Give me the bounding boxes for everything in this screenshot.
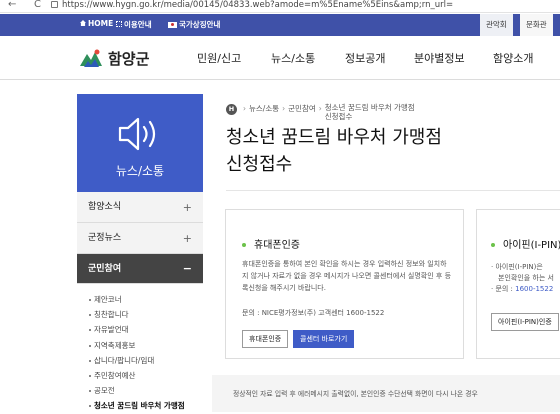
ipin-auth-title: 아이핀(I-PIN) — [491, 236, 560, 251]
breadcrumb-separator: › — [318, 104, 322, 113]
site-header: 함양군 민원/신고 뉴스/소통 정보공개 분야별정보 함양소개 — [0, 36, 560, 80]
notice-area: 정상적인 자료 입력 후 에러메시지 출력없이, 본인인증 수단선택 화면이 다… — [212, 375, 560, 412]
divider — [226, 190, 560, 191]
ipin-auth-panel: 아이핀(I-PIN) · 아이핀(I-PIN)은 본인확인을 하는 서 · 문의… — [476, 209, 560, 359]
submenu-item[interactable]: 자유발언대 — [77, 322, 203, 337]
grid-icon — [116, 21, 122, 27]
nation-symbol-link[interactable]: 국가상징안내 — [168, 19, 220, 30]
plus-icon: + — [182, 201, 192, 214]
breadcrumb-participation[interactable]: 군민참여 — [288, 104, 316, 113]
sidebar-hero-title: 뉴스/소통 — [115, 164, 165, 178]
speaker-icon — [118, 117, 156, 151]
util-right-link-2[interactable]: 문화관 — [520, 14, 553, 36]
sidebar-item-participation[interactable]: 군민참여 − — [77, 254, 203, 284]
ipin-contact-phone: 1600-1522 — [515, 285, 554, 293]
submenu-item[interactable]: 제안코너 — [77, 292, 203, 307]
guide-label: 이용안내 — [124, 20, 152, 29]
browser-toolbar: ← C https://www.hygn.go.kr/media/00145/0… — [0, 0, 560, 13]
breadcrumb-news[interactable]: 뉴스/소통 — [249, 104, 279, 113]
sidebar-menu: 함양소식 + 군정뉴스 + 군민참여 − 제안코너 칭찬합니다 자유발언대 지역… — [77, 192, 203, 414]
site-logo-text[interactable]: 함양군 — [108, 48, 149, 69]
submenu-item[interactable]: 주민참여예산 — [77, 368, 203, 383]
home-icon — [80, 20, 86, 26]
sidebar-hero: 뉴스/소통 — [77, 94, 203, 192]
ipin-auth-title-text: 아이핀(I-PIN) — [503, 240, 560, 251]
plus-icon: + — [182, 232, 192, 245]
sidebar-submenu: 제안코너 칭찬합니다 자유발언대 지역축제홍보 삽니다/팝니다/임대 주민참여예… — [77, 284, 203, 414]
home-icon[interactable]: H — [226, 103, 237, 115]
phone-auth-description: 휴대폰인증을 통하여 본인 확인을 하시는 경우 입력하신 정보와 일치하지 않… — [242, 260, 452, 292]
phone-auth-title: 휴대폰인증 — [242, 236, 300, 251]
page-title-line2: 신청접수 — [226, 154, 293, 175]
bullet-icon — [491, 243, 495, 247]
sidebar-item-label: 함양소식 — [88, 202, 122, 212]
ipin-desc-line: · 아이핀(I-PIN)은 — [491, 263, 543, 271]
sidebar-item-label: 군민참여 — [88, 264, 122, 274]
page-title: 청소년 꿈드림 바우처 가맹점 신청접수 — [226, 124, 526, 178]
bullet-icon — [242, 243, 246, 247]
ipin-contact-label: · 문의 : — [491, 285, 516, 293]
submenu-item-current[interactable]: 청소년 꿈드림 바우처 가맹점 — [77, 398, 203, 413]
notice-text: 정상적인 자료 입력 후 에러메시지 출력없이, 본인인증 수단선택 화면이 다… — [233, 390, 478, 398]
sidebar-item-label: 군정뉴스 — [88, 233, 122, 243]
flag-icon — [168, 22, 177, 28]
phone-auth-panel: 휴대폰인증 휴대폰인증을 통하여 본인 확인을 하시는 경우 입력하신 정보와 … — [225, 209, 464, 359]
ipin-auth-button[interactable]: 아이핀(I-PIN)인증 — [491, 313, 559, 331]
phone-auth-contact: 문의 : NICE평가정보(주) 고객센터 1600-1522 — [242, 309, 385, 317]
logo-icon[interactable] — [78, 46, 104, 70]
breadcrumb-current-line2: 신청접수 — [324, 112, 353, 121]
lock-icon — [51, 1, 58, 8]
call-center-button[interactable]: 콜센터 바로가기 — [293, 330, 355, 348]
breadcrumb-current-line1: 청소년 꿈드림 바우처 가맹점 — [324, 103, 415, 112]
phone-auth-title-text: 휴대폰인증 — [254, 240, 300, 251]
reload-icon[interactable]: C — [34, 0, 41, 10]
sidebar-item-hamyang-news[interactable]: 함양소식 + — [77, 192, 203, 223]
gnb-news[interactable]: 뉴스/소통 — [271, 50, 315, 66]
page-title-line1: 청소년 꿈드림 바우처 가맹점 — [226, 127, 442, 148]
home-label: HOME — [88, 19, 114, 28]
back-icon[interactable]: ← — [8, 0, 16, 10]
gnb-about[interactable]: 함양소개 — [493, 50, 533, 66]
gnb-civil[interactable]: 민원/신고 — [197, 50, 241, 66]
sidebar-item-gov-news[interactable]: 군정뉴스 + — [77, 223, 203, 254]
ipin-auth-description: · 아이핀(I-PIN)은 본인확인을 하는 서 · 문의 : 1600-152… — [491, 262, 554, 295]
breadcrumb-separator: › — [243, 104, 246, 113]
breadcrumb-current: 청소년 꿈드림 바우처 가맹점 신청접수 — [325, 103, 415, 121]
util-right-link-1[interactable]: 관악회 — [480, 14, 513, 36]
breadcrumb: H › 뉴스/소통 › 군민참여 › 청소년 꿈드림 바우처 가맹점 신청접수 — [226, 103, 415, 121]
home-link[interactable]: HOME — [80, 19, 113, 28]
breadcrumb-separator: › — [282, 104, 286, 113]
utility-bar: HOME 이용안내 국가상징안내 관악회 문화관 — [0, 14, 560, 36]
ipin-contact: · 문의 : 1600-1522 — [491, 284, 554, 295]
phone-auth-button[interactable]: 휴대폰인증 — [242, 330, 289, 348]
submenu-item[interactable]: 삽니다/팝니다/임대 — [77, 353, 203, 368]
submenu-item[interactable]: 지역축제홍보 — [77, 338, 203, 353]
gnb-field[interactable]: 분야별정보 — [414, 50, 465, 66]
guide-link[interactable]: 이용안내 — [116, 19, 152, 30]
submenu-item[interactable]: 칭찬합니다 — [77, 307, 203, 322]
nation-label: 국가상징안내 — [179, 20, 221, 29]
address-bar[interactable]: https://www.hygn.go.kr/media/00145/04833… — [62, 0, 453, 10]
submenu-item[interactable]: 공모전 — [77, 383, 203, 398]
gnb-info[interactable]: 정보공개 — [345, 50, 385, 66]
ipin-desc-line: 본인확인을 하는 서 — [498, 274, 554, 282]
minus-icon: − — [182, 262, 192, 275]
